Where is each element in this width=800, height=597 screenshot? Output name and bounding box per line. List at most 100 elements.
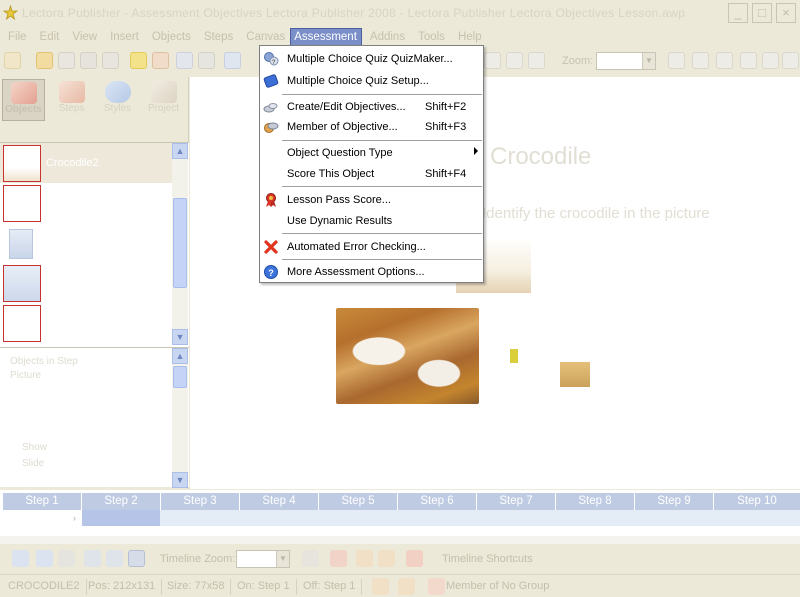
new-icon[interactable] [4,52,21,69]
gear-icon[interactable] [84,550,101,567]
tab-styles[interactable]: Styles [96,79,139,121]
chevron-down-icon[interactable]: ▼ [276,551,289,567]
gear-alt-icon[interactable] [106,550,123,567]
loop-icon[interactable] [406,550,423,567]
step-cell[interactable]: Step 4 [240,493,319,510]
steps-icon[interactable] [176,52,193,69]
document-icon [9,229,33,259]
steps-tab-icon [58,81,85,103]
cut-icon[interactable] [102,52,119,69]
menu-item-automated-error-checking[interactable]: Automated Error Checking... [260,236,483,258]
step-cell[interactable]: Step 2 [82,493,161,510]
tab-project[interactable]: Project [142,79,185,121]
align-icon[interactable] [484,52,501,69]
open-icon[interactable] [36,52,53,69]
menu-item-label: Multiple Choice Quiz QuizMaker... [287,53,453,65]
menu-separator [282,140,482,141]
menu-objects[interactable]: Objects [144,28,196,46]
pencil-icon[interactable] [716,52,733,69]
zoom-dropdown[interactable]: ▼ [596,52,656,70]
fast-forward-icon[interactable] [36,550,53,567]
comment-icon[interactable] [668,52,685,69]
objects-icon [10,82,37,104]
menu-separator [282,94,482,95]
menu-insert[interactable]: Insert [102,28,144,46]
menu-assessment[interactable]: Assessment [290,28,362,46]
menu-item-quizmaker[interactable]: ? Multiple Choice Quiz QuizMaker... [260,48,483,70]
menu-steps[interactable]: Steps [196,28,238,46]
timeline-shortcuts-button[interactable]: Timeline Shortcuts [442,553,533,565]
more-icon[interactable] [782,52,799,69]
list-item[interactable] [0,225,172,265]
scroll-down-button[interactable]: ▼ [172,472,188,488]
step-cell[interactable]: Step 8 [556,493,635,510]
step-cell[interactable]: Step 1 [3,493,82,510]
object-icon[interactable] [152,52,169,69]
step-track[interactable]: › [3,510,800,526]
chevron-down-icon[interactable]: ▼ [642,53,655,69]
step-cell[interactable]: Step 5 [319,493,398,510]
settings-icon[interactable] [198,52,215,69]
scroll-thumb[interactable] [173,366,187,388]
menu-item-lesson-pass-score[interactable]: Lesson Pass Score... [260,189,483,211]
active-step-range[interactable] [82,510,160,526]
title-bar: Lectora Publisher - Assessment Objective… [0,0,800,27]
diamond-icon[interactable] [528,52,545,69]
show-icon[interactable] [356,550,373,567]
menu-item-object-question-type[interactable]: Object Question Type [260,142,483,164]
list-item[interactable] [0,303,172,343]
timer-icon[interactable] [302,550,319,567]
step-cell[interactable]: Step 3 [161,493,240,510]
scroll-up-button[interactable]: ▲ [172,143,188,159]
window-icon[interactable] [224,52,241,69]
star-icon[interactable] [130,52,147,69]
crocodile-image[interactable] [336,308,479,404]
scroll-thumb[interactable] [173,198,187,288]
minimize-button[interactable]: _ [728,3,748,23]
close-button[interactable]: × [776,3,796,23]
menu-item-quiz-setup[interactable]: Multiple Choice Quiz Setup... [260,70,483,92]
menu-item-score-this-object[interactable]: Score This Object Shift+F4 [260,163,483,185]
menu-item-create-objectives[interactable]: Create/Edit Objectives... Shift+F2 [260,96,483,118]
assessment-menu: ? Multiple Choice Quiz QuizMaker... Mult… [259,45,484,283]
scroll-down-button[interactable]: ▼ [172,329,188,345]
maximize-button[interactable]: □ [752,3,772,23]
menu-help[interactable]: Help [450,28,487,46]
menu-tools[interactable]: Tools [410,28,450,46]
step-cell[interactable]: Step 10 [714,493,800,510]
step-cell[interactable]: Step 7 [477,493,556,510]
list-item[interactable]: Crocodile2 [0,143,172,183]
tab-steps[interactable]: Steps [50,79,93,121]
rewind-icon[interactable] [12,550,29,567]
timeline-zoom-dropdown[interactable]: ▼ [236,550,290,568]
menu-edit[interactable]: Edit [32,28,65,46]
step-cell[interactable]: Step 6 [398,493,477,510]
menu-addins[interactable]: Addins [362,28,410,46]
step-settings-icon[interactable] [58,550,75,567]
menu-item-more-assessment-options[interactable]: ? More Assessment Options... [260,261,483,283]
menu-file[interactable]: File [0,28,32,46]
clock-icon[interactable] [330,550,347,567]
object-thumbnail [3,305,41,342]
status-hide-icon [398,578,415,595]
list-item[interactable] [0,183,172,223]
save-icon[interactable] [58,52,75,69]
eraser-icon[interactable] [740,52,757,69]
step-cell[interactable]: Step 9 [635,493,714,510]
print-icon[interactable] [80,52,97,69]
menu-item-use-dynamic-results[interactable]: Use Dynamic Results [260,210,483,232]
menu-item-member-of-objective[interactable]: Member of Objective... Shift+F3 [260,116,483,138]
refresh-icon[interactable] [128,550,145,567]
scroll-up-button[interactable]: ▲ [172,348,188,364]
tab-objects[interactable]: Objects [2,79,45,121]
properties-scrollbar[interactable]: ▲ ▼ [172,348,188,488]
menu-view[interactable]: View [64,28,102,46]
rectangle-icon[interactable] [762,52,779,69]
menu-canvas[interactable]: Canvas [238,28,290,46]
menu-item-label: Multiple Choice Quiz Setup... [287,75,429,87]
bucket-icon[interactable] [692,52,709,69]
distribute-icon[interactable] [506,52,523,69]
object-list-scrollbar[interactable]: ▲ ▼ [172,143,188,345]
list-item[interactable] [0,263,172,303]
hide-icon[interactable] [378,550,395,567]
